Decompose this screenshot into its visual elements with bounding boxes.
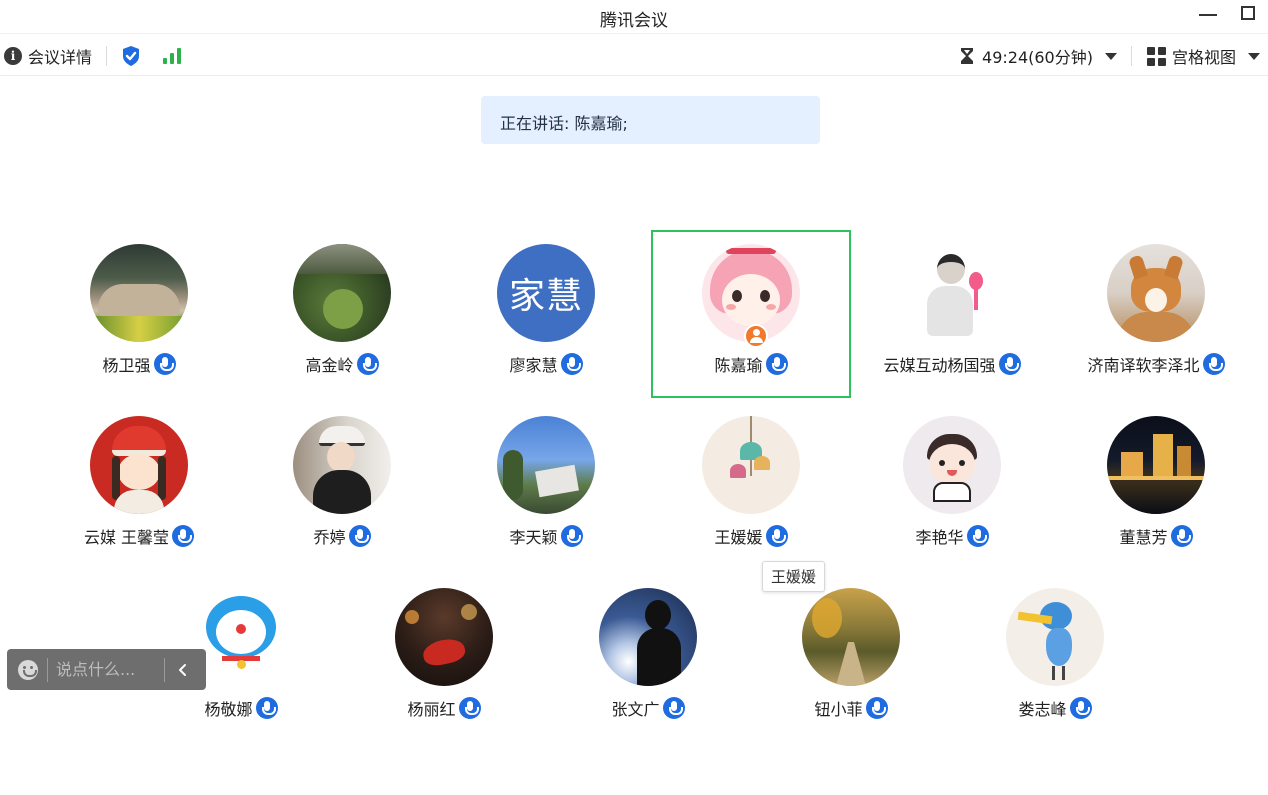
participant-name: 杨卫强: [102, 356, 151, 375]
avatar: [293, 244, 391, 342]
avatar: [395, 588, 493, 686]
avatar: [903, 416, 1001, 514]
participant-tile[interactable]: 乔婷: [242, 402, 442, 570]
participant-tile[interactable]: 张文广: [548, 574, 748, 742]
avatar: [497, 416, 595, 514]
divider: [47, 657, 48, 682]
participant-tile[interactable]: 李天颖: [446, 402, 646, 570]
chat-bar: [7, 649, 206, 690]
chevron-down-icon[interactable]: [1104, 52, 1117, 60]
title-bar: 腾讯会议: [0, 0, 1268, 34]
grid-view-icon: [1146, 46, 1166, 66]
maximize-icon[interactable]: [1241, 6, 1255, 20]
avatar: [903, 244, 1001, 342]
microphone-icon[interactable]: [153, 353, 176, 375]
participant-tile[interactable]: 高金岭: [242, 230, 442, 398]
participant-name: 王媛媛: [714, 528, 763, 547]
view-mode-dropdown[interactable]: 宫格视图: [1146, 44, 1260, 68]
microphone-icon[interactable]: [560, 525, 583, 547]
avatar: [802, 588, 900, 686]
participant-tile[interactable]: 李艳华: [852, 402, 1052, 570]
microphone-icon[interactable]: [966, 525, 989, 547]
participant-tile[interactable]: 云媒 王馨莹: [39, 402, 239, 570]
meeting-toolbar: i 会议详情 49:24(60分钟) 宫格视图: [0, 36, 1268, 76]
meeting-timer[interactable]: 49:24(60分钟): [960, 44, 1117, 68]
participant-name: 钮小菲: [814, 700, 863, 719]
microphone-icon[interactable]: [662, 697, 685, 719]
participant-name: 张文广: [611, 700, 660, 719]
avatar: 家慧: [497, 244, 595, 342]
window-title: 腾讯会议: [600, 11, 668, 31]
participant-tile[interactable]: 钮小菲: [751, 574, 951, 742]
avatar: [599, 588, 697, 686]
active-speaker-tile[interactable]: 陈嘉瑜: [651, 230, 851, 398]
avatar: [90, 416, 188, 514]
info-icon: i: [4, 47, 22, 65]
avatar: [702, 416, 800, 514]
participant-tile[interactable]: 董慧芳: [1056, 402, 1256, 570]
meeting-details-label: 会议详情: [28, 48, 93, 67]
chevron-down-icon[interactable]: [1248, 52, 1260, 60]
participant-name: 云媒互动杨国强: [883, 356, 996, 375]
microphone-icon[interactable]: [255, 697, 278, 719]
active-speaker-banner: 正在讲话: 陈嘉瑜;: [481, 96, 820, 144]
microphone-icon[interactable]: [1202, 353, 1225, 375]
microphone-icon[interactable]: [865, 697, 888, 719]
participant-name: 高金岭: [305, 356, 354, 375]
participant-name: 陈嘉瑜: [714, 356, 763, 375]
microphone-icon[interactable]: [765, 525, 788, 547]
participant-name: 李天颖: [509, 528, 558, 547]
participant-tile[interactable]: 娄志峰: [955, 574, 1155, 742]
participant-tile[interactable]: 王媛媛: [651, 402, 851, 570]
participant-tile[interactable]: 杨丽红: [344, 574, 544, 742]
avatar: [293, 416, 391, 514]
participant-name: 云媒 王馨莹: [83, 528, 170, 547]
view-mode-label: 宫格视图: [1171, 48, 1236, 67]
participant-name: 廖家慧: [509, 356, 558, 375]
meeting-details-button[interactable]: i 会议详情: [4, 44, 92, 68]
participant-name: 杨敬娜: [204, 700, 253, 719]
minimize-icon[interactable]: [1199, 14, 1217, 16]
emoji-icon[interactable]: [18, 659, 38, 680]
avatar: [90, 244, 188, 342]
network-signal-icon[interactable]: [163, 48, 182, 64]
microphone-icon[interactable]: [348, 525, 371, 547]
avatar: [1006, 588, 1104, 686]
participant-tile[interactable]: 家慧 廖家慧: [446, 230, 646, 398]
microphone-icon[interactable]: [998, 353, 1021, 375]
microphone-icon[interactable]: [172, 525, 195, 547]
participant-tile[interactable]: 济南译软李泽北: [1056, 230, 1256, 398]
participant-name: 济南译软李泽北: [1087, 356, 1200, 375]
participant-name: 娄志峰: [1018, 700, 1067, 719]
participant-name: 杨丽红: [407, 700, 456, 719]
microphone-icon[interactable]: [1170, 525, 1193, 547]
hourglass-icon: [961, 48, 974, 64]
chevron-left-icon[interactable]: [165, 649, 201, 690]
host-badge-icon: [744, 324, 768, 348]
avatar: [1107, 416, 1205, 514]
microphone-icon[interactable]: [560, 353, 583, 375]
chat-input[interactable]: [56, 657, 160, 682]
avatar: [1107, 244, 1205, 342]
microphone-icon[interactable]: [1069, 697, 1092, 719]
divider: [106, 46, 108, 66]
timer-label: 49:24(60分钟): [982, 48, 1093, 67]
divider: [1130, 46, 1132, 66]
microphone-icon[interactable]: [356, 353, 379, 375]
participant-name-tooltip: 王媛媛: [762, 561, 826, 592]
microphone-icon[interactable]: [765, 353, 788, 375]
participant-tile[interactable]: 杨卫强: [39, 230, 239, 398]
shield-icon[interactable]: [121, 45, 141, 67]
participant-tile[interactable]: 云媒互动杨国强: [852, 230, 1052, 398]
avatar-initials: 家慧: [508, 276, 583, 317]
participant-name: 李艳华: [915, 528, 964, 547]
avatar: [192, 588, 290, 686]
participant-name: 乔婷: [313, 528, 346, 547]
participant-name: 董慧芳: [1119, 528, 1168, 547]
microphone-icon[interactable]: [458, 697, 481, 719]
